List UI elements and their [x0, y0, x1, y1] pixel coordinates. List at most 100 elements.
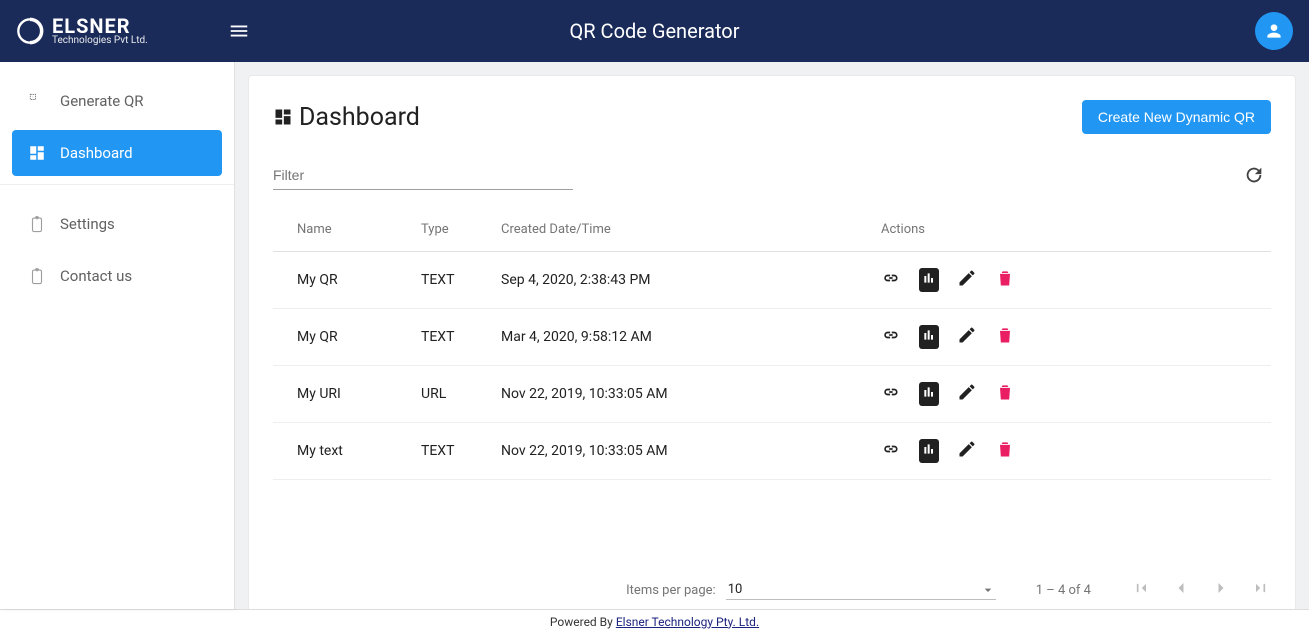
footer: Powered By Elsner Technology Pty. Ltd.	[0, 609, 1309, 633]
trash-icon	[995, 325, 1015, 349]
sidebar-item-label: Settings	[60, 215, 115, 233]
filter-input[interactable]	[273, 161, 573, 190]
link-action[interactable]	[881, 325, 901, 349]
items-per-page-select[interactable]: 10	[726, 580, 996, 600]
items-per-page-value: 10	[726, 580, 996, 599]
paginator: Items per page: 10 1 – 4 of 4	[273, 578, 1271, 602]
app-title: QR Code Generator	[570, 19, 740, 43]
bar-chart-icon	[921, 270, 937, 290]
last-page-icon	[1251, 578, 1271, 598]
logo-subtext: Technologies Pvt Ltd.	[52, 36, 148, 46]
sidebar-item-label: Contact us	[60, 267, 132, 285]
delete-action[interactable]	[995, 325, 1015, 349]
brand-logo: ELSNER Technologies Pvt Ltd.	[16, 16, 148, 46]
chevron-down-icon	[980, 582, 996, 598]
col-date: Created Date/Time	[493, 210, 873, 252]
sidebar-item-contact[interactable]: Contact us	[12, 253, 222, 299]
qr-icon	[28, 92, 46, 110]
cell-name: My URI	[273, 366, 413, 423]
pencil-icon	[957, 268, 977, 292]
col-name: Name	[273, 210, 413, 252]
page-title: Dashboard	[273, 103, 420, 132]
link-icon	[881, 439, 901, 463]
link-action[interactable]	[881, 268, 901, 292]
link-action[interactable]	[881, 382, 901, 406]
bar-chart-icon	[921, 327, 937, 347]
stats-action[interactable]	[919, 268, 939, 292]
prev-page-button[interactable]	[1171, 578, 1191, 602]
edit-action[interactable]	[957, 439, 977, 463]
top-bar: ELSNER Technologies Pvt Ltd. QR Code Gen…	[0, 0, 1309, 62]
bar-chart-icon	[921, 384, 937, 404]
cell-actions	[873, 366, 1271, 423]
qr-table: Name Type Created Date/Time Actions My Q…	[273, 210, 1271, 480]
sidebar-item-label: Generate QR	[60, 92, 144, 110]
cell-actions	[873, 423, 1271, 480]
delete-action[interactable]	[995, 268, 1015, 292]
logo-icon	[16, 17, 44, 45]
create-dynamic-qr-button[interactable]: Create New Dynamic QR	[1082, 100, 1271, 134]
trash-icon	[995, 439, 1015, 463]
link-icon	[881, 325, 901, 349]
dashboard-icon	[28, 144, 46, 162]
filter-field	[273, 161, 573, 190]
delete-action[interactable]	[995, 439, 1015, 463]
delete-action[interactable]	[995, 382, 1015, 406]
sidebar-item-settings[interactable]: Settings	[12, 201, 222, 247]
stats-action[interactable]	[919, 439, 939, 463]
clipboard-icon	[28, 215, 46, 233]
cell-name: My QR	[273, 309, 413, 366]
clipboard-icon	[28, 267, 46, 285]
footer-link[interactable]: Elsner Technology Pty. Ltd.	[616, 615, 759, 629]
cell-date: Sep 4, 2020, 2:38:43 PM	[493, 252, 873, 309]
items-per-page-label: Items per page:	[626, 583, 716, 598]
footer-text: Powered By	[550, 615, 613, 629]
cell-type: URL	[413, 366, 493, 423]
cell-date: Nov 22, 2019, 10:33:05 AM	[493, 366, 873, 423]
link-icon	[881, 382, 901, 406]
cell-actions	[873, 309, 1271, 366]
workspace[interactable]: Dashboard Create New Dynamic QR Name Typ…	[235, 62, 1309, 609]
sidebar-item-label: Dashboard	[60, 144, 133, 162]
next-page-button[interactable]	[1211, 578, 1231, 602]
refresh-button[interactable]	[1243, 164, 1265, 190]
refresh-icon	[1243, 164, 1265, 186]
sidebar-item-generate-qr[interactable]: Generate QR	[12, 78, 222, 124]
dashboard-icon	[273, 107, 293, 127]
cell-date: Mar 4, 2020, 9:58:12 AM	[493, 309, 873, 366]
stats-action[interactable]	[919, 325, 939, 349]
cell-name: My text	[273, 423, 413, 480]
trash-icon	[995, 268, 1015, 292]
dashboard-card: Dashboard Create New Dynamic QR Name Typ…	[249, 76, 1295, 609]
last-page-button[interactable]	[1251, 578, 1271, 602]
cell-type: TEXT	[413, 423, 493, 480]
user-avatar[interactable]	[1255, 12, 1293, 50]
link-action[interactable]	[881, 439, 901, 463]
sidebar-item-dashboard[interactable]: Dashboard	[12, 130, 222, 176]
person-icon	[1264, 21, 1284, 41]
cell-name: My QR	[273, 252, 413, 309]
first-page-button[interactable]	[1131, 578, 1151, 602]
col-type: Type	[413, 210, 493, 252]
bar-chart-icon	[921, 441, 937, 461]
edit-action[interactable]	[957, 325, 977, 349]
table-row: My QRTEXTSep 4, 2020, 2:38:43 PM	[273, 252, 1271, 309]
page-title-text: Dashboard	[299, 103, 420, 132]
stats-action[interactable]	[919, 382, 939, 406]
paginator-range: 1 – 4 of 4	[1036, 583, 1091, 598]
first-page-icon	[1131, 578, 1151, 598]
pencil-icon	[957, 439, 977, 463]
cell-type: TEXT	[413, 252, 493, 309]
edit-action[interactable]	[957, 268, 977, 292]
link-icon	[881, 268, 901, 292]
table-row: My URIURLNov 22, 2019, 10:33:05 AM	[273, 366, 1271, 423]
table-row: My QRTEXTMar 4, 2020, 9:58:12 AM	[273, 309, 1271, 366]
edit-action[interactable]	[957, 382, 977, 406]
table-row: My textTEXTNov 22, 2019, 10:33:05 AM	[273, 423, 1271, 480]
pencil-icon	[957, 325, 977, 349]
pencil-icon	[957, 382, 977, 406]
cell-date: Nov 22, 2019, 10:33:05 AM	[493, 423, 873, 480]
logo-text: ELSNER	[52, 16, 148, 36]
chevron-left-icon	[1171, 578, 1191, 598]
menu-icon[interactable]	[228, 20, 250, 42]
